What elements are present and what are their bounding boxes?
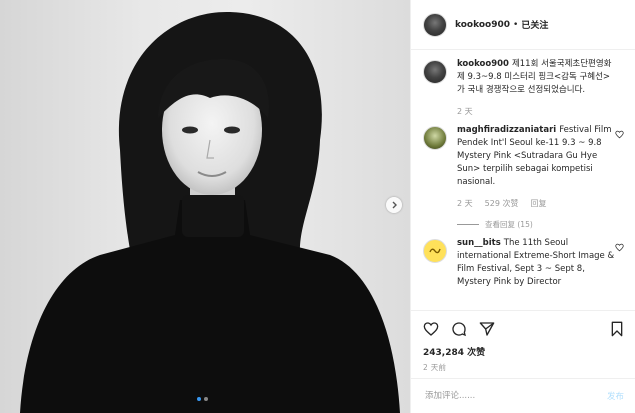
carousel-dot <box>204 397 208 401</box>
author-avatar[interactable] <box>423 12 447 37</box>
next-arrow-icon <box>392 201 397 209</box>
comment-likes[interactable]: 529 次赞 <box>485 197 519 210</box>
commenter-username[interactable]: maghfiradizzaniatari <box>457 125 556 135</box>
comments-list[interactable]: kookoo900 제11회 서울국제초단편영화제 9.3~9.8 미스터리 핑크… <box>411 58 635 310</box>
post-header: kookoo900 • 已关注 <box>411 0 635 50</box>
carousel-dots <box>197 397 208 401</box>
caption-username[interactable]: kookoo900 <box>457 59 509 69</box>
add-comment-bar: 发布 <box>411 378 635 413</box>
commenter-avatar[interactable] <box>423 126 447 150</box>
comment-like-heart-icon[interactable] <box>615 130 624 139</box>
carousel-next-button[interactable] <box>386 197 402 213</box>
caption-time[interactable]: 2 天 <box>457 105 473 118</box>
caption-avatar[interactable] <box>423 60 447 84</box>
caption: kookoo900 제11회 서울국제초단편영화제 9.3~9.8 미스터리 핑크… <box>411 58 635 118</box>
instagram-post-modal: kookoo900 • 已关注 kookoo900 제11회 서울국제초단편영화제… <box>0 0 635 413</box>
comment-like-heart-icon[interactable] <box>615 243 624 252</box>
comment-icon[interactable] <box>451 321 467 337</box>
post-comment-button[interactable]: 发布 <box>607 390 624 402</box>
comment-time[interactable]: 2 天 <box>457 197 473 210</box>
header-separator: • <box>513 19 519 30</box>
author-username[interactable]: kookoo900 <box>455 20 510 30</box>
post-actions: 243,284 次赞 2 天前 <box>411 310 635 373</box>
posted-time[interactable]: 2 天前 <box>423 362 624 373</box>
comment-item: sun__bits The 11th Seoul international Ex… <box>411 237 635 289</box>
replies-divider <box>457 224 479 225</box>
bookmark-icon[interactable] <box>610 321 624 337</box>
comment-item: maghfiradizzaniatari Festival Film Pendek… <box>411 124 635 231</box>
heart-icon[interactable] <box>423 321 439 337</box>
reply-button[interactable]: 回复 <box>530 197 546 210</box>
view-replies-button[interactable]: 查看回复 (15) <box>457 218 617 231</box>
post-photo[interactable] <box>0 0 410 413</box>
carousel-dot-active <box>197 397 201 401</box>
commenter-username[interactable]: sun__bits <box>457 238 501 248</box>
portrait-image <box>20 11 400 413</box>
view-replies-label: 查看回复 (15) <box>485 220 533 229</box>
post-side-panel: kookoo900 • 已关注 kookoo900 제11회 서울국제초단편영화제… <box>410 0 635 413</box>
follow-status-button[interactable]: 已关注 <box>521 18 548 31</box>
commenter-avatar[interactable] <box>423 239 447 263</box>
likes-count[interactable]: 243,284 次赞 <box>423 345 624 358</box>
comment-input[interactable] <box>423 390 607 402</box>
share-icon[interactable] <box>479 321 495 337</box>
avatar-logo-icon <box>429 248 441 254</box>
